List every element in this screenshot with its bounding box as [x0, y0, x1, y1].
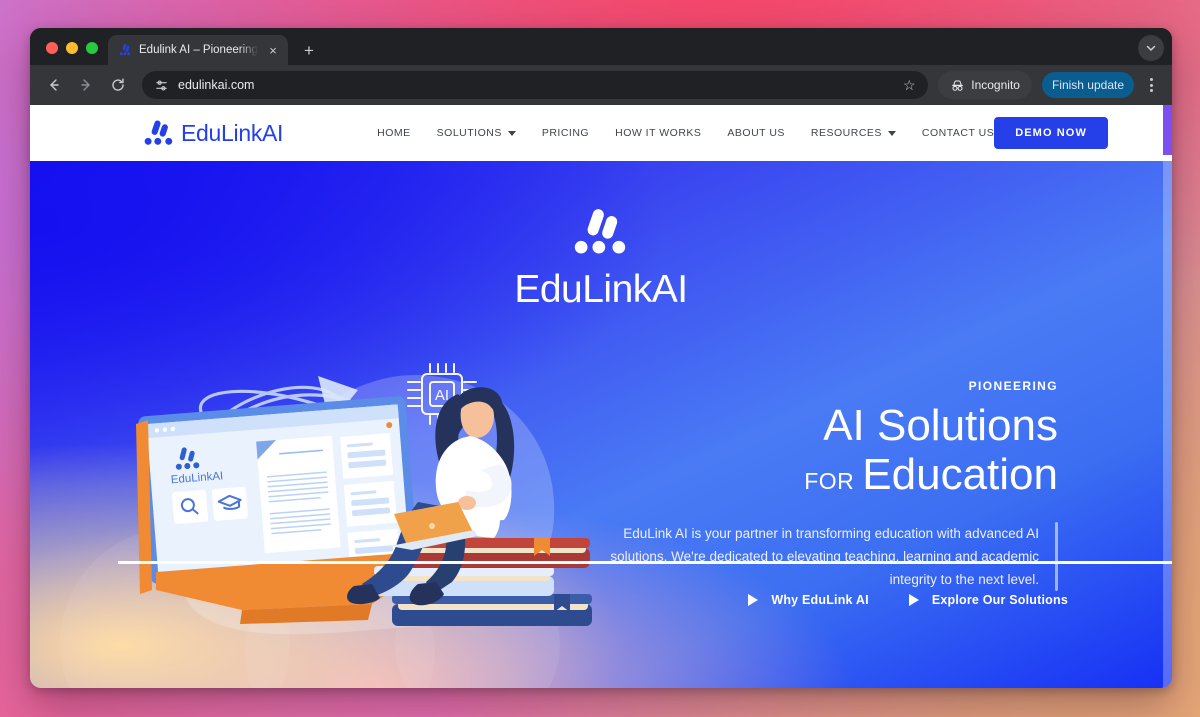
browser-tab-title: Edulink AI – Pioneering AI Sol: [139, 44, 258, 56]
incognito-label: Incognito: [971, 78, 1020, 92]
hero-illustration: EduLinkAI AI: [122, 358, 642, 648]
forward-icon[interactable]: [72, 71, 100, 99]
cta-label: Explore Our Solutions: [931, 593, 1068, 607]
reload-icon[interactable]: [104, 71, 132, 99]
play-triangle-icon: [748, 594, 759, 606]
nav-item-how-it-works[interactable]: HOW IT WORKS: [615, 127, 701, 139]
nav-item-about-us[interactable]: ABOUT US: [727, 127, 784, 139]
hero-eyebrow: PIONEERING: [968, 379, 1058, 393]
kebab-menu-icon[interactable]: [1140, 71, 1162, 99]
page-viewport: EduLinkAI HOME SOLUTIONS PRICING HOW IT …: [30, 105, 1172, 688]
nav-item-resources[interactable]: RESOURCES: [811, 127, 896, 139]
nav-item-pricing[interactable]: PRICING: [542, 127, 589, 139]
hero-logo: EduLinkAI: [30, 205, 1172, 312]
brand-name: EduLinkAI: [181, 119, 284, 146]
address-bar-url[interactable]: edulinkai.com: [178, 78, 887, 92]
browser-window: Edulink AI – Pioneering AI Sol × +: [30, 28, 1172, 688]
address-bar[interactable]: edulinkai.com ☆: [142, 71, 929, 99]
hero-paragraph-wrap: EduLink AI is your partner in transformi…: [608, 521, 1058, 592]
cta-why-edulink-ai[interactable]: Why EduLink AI: [748, 593, 869, 607]
hero-headline-line1: AI Solutions: [823, 401, 1058, 450]
hero-wordmark: EduLinkAI: [514, 268, 688, 311]
edulinkai-hero-logo-icon: [570, 205, 632, 259]
chevron-down-icon: [507, 130, 516, 136]
close-tab-icon[interactable]: ×: [265, 42, 281, 58]
play-triangle-icon: [908, 594, 919, 606]
incognito-indicator[interactable]: Incognito: [938, 71, 1032, 99]
window-controls: [42, 42, 108, 65]
demo-now-button[interactable]: DEMO NOW: [994, 117, 1108, 149]
browser-toolbar: edulinkai.com ☆ Incognito Finish update: [30, 65, 1172, 105]
page-scrollbar-thumb[interactable]: [1163, 105, 1172, 155]
tabstrip-right-controls: [1138, 35, 1172, 65]
site-logo[interactable]: EduLinkAI: [142, 119, 283, 147]
hero-headline-education: Education: [862, 450, 1058, 500]
hero-copy: PIONEERING AI Solutions FOR Education Ed…: [608, 379, 1058, 592]
nav-item-contact-us[interactable]: CONTACT US: [922, 127, 994, 139]
main-navigation: HOME SOLUTIONS PRICING HOW IT WORKS ABOU…: [377, 127, 994, 139]
chevron-down-icon: [887, 130, 896, 136]
hero-divider: [118, 561, 1172, 564]
site-settings-icon[interactable]: [154, 78, 169, 93]
cta-explore-our-solutions[interactable]: Explore Our Solutions: [908, 593, 1068, 607]
nav-label: HOME: [377, 127, 411, 139]
chevron-down-icon[interactable]: [1138, 35, 1164, 61]
nav-label: PRICING: [541, 127, 590, 139]
finish-update-button[interactable]: Finish update: [1041, 72, 1134, 98]
minimize-window-button[interactable]: [66, 42, 78, 54]
nav-label: CONTACT US: [921, 127, 995, 139]
nav-label: HOW IT WORKS: [615, 127, 702, 139]
hero-headline-line2: FOR Education: [608, 450, 1058, 499]
browser-tab[interactable]: Edulink AI – Pioneering AI Sol ×: [108, 35, 288, 65]
browser-tab-strip: Edulink AI – Pioneering AI Sol × +: [30, 28, 1172, 65]
edulinkai-favicon-icon: [118, 43, 132, 57]
hero-section: EduLinkAI PIONEERING AI Solutions FOR Ed…: [30, 161, 1172, 688]
bookmark-star-icon[interactable]: ☆: [896, 72, 922, 98]
incognito-hat-icon: [950, 78, 965, 93]
back-icon[interactable]: [40, 71, 68, 99]
nav-label: SOLUTIONS: [436, 127, 502, 139]
new-tab-button[interactable]: +: [296, 37, 322, 63]
nav-item-solutions[interactable]: SOLUTIONS: [437, 127, 516, 139]
close-window-button[interactable]: [46, 42, 58, 54]
edulinkai-logo-icon: [142, 119, 176, 147]
page-scrollbar-track[interactable]: [1163, 105, 1172, 688]
nav-label: ABOUT US: [727, 127, 785, 139]
nav-item-home[interactable]: HOME: [377, 127, 411, 139]
accent-bar: [1055, 521, 1058, 592]
maximize-window-button[interactable]: [86, 42, 98, 54]
hero-paragraph: EduLink AI is your partner in transformi…: [610, 525, 1039, 587]
hero-cta-row: Why EduLink AI Explore Our Solutions: [748, 593, 1068, 607]
cta-label: Why EduLink AI: [771, 593, 869, 607]
hero-headline-for: FOR: [804, 468, 855, 495]
site-header: EduLinkAI HOME SOLUTIONS PRICING HOW IT …: [30, 105, 1172, 161]
nav-label: RESOURCES: [810, 127, 882, 139]
